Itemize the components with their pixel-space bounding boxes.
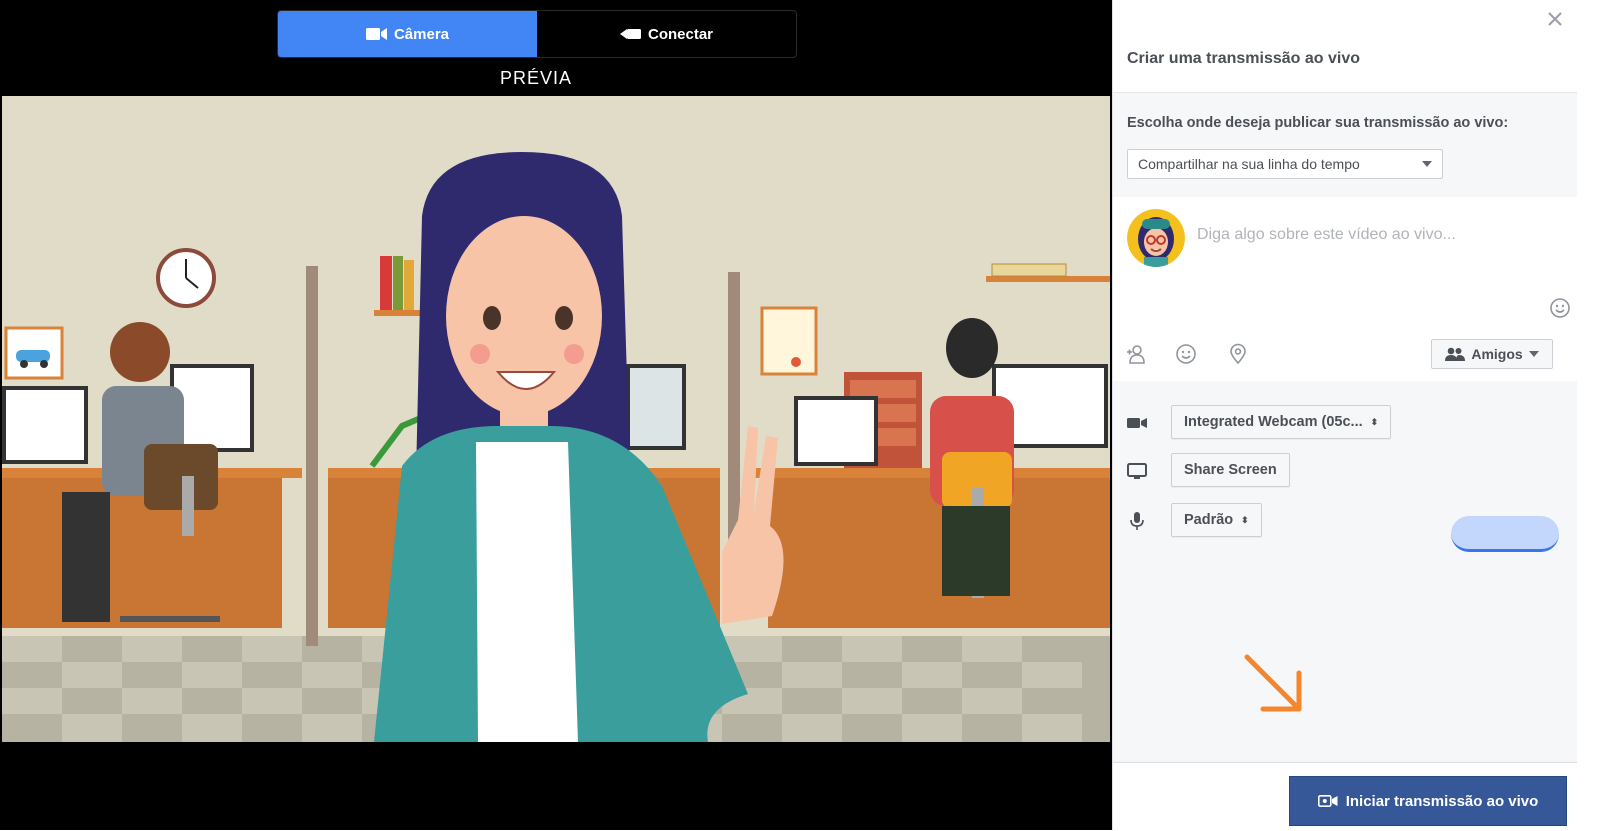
mode-tabs: Câmera Conectar (277, 10, 797, 58)
camera-select[interactable]: Integrated Webcam (05c... ⬍ (1171, 405, 1392, 439)
share-screen-button[interactable]: Share Screen (1171, 453, 1290, 487)
microphone-select-value: Padrão (1184, 512, 1234, 528)
camera-row: Integrated Webcam (05c... ⬍ (1113, 405, 1577, 441)
composer-panel: Criar uma transmissão ao vivo Escolha on… (1112, 0, 1577, 831)
emoji-icon[interactable] (1549, 297, 1571, 319)
preview-panel: Câmera Conectar PRÉVIA (0, 0, 1112, 830)
video-camera-icon (365, 28, 387, 40)
chevron-down-icon (1528, 351, 1539, 357)
tag-friends-icon[interactable] (1125, 343, 1147, 365)
connect-icon (619, 29, 641, 39)
page-title: Criar uma transmissão ao vivo (1127, 50, 1360, 67)
live-video-icon (1317, 794, 1338, 807)
location-pin-icon[interactable] (1227, 343, 1249, 365)
publish-destination-select[interactable]: Compartilhar na sua linha do tempo (1127, 149, 1443, 179)
share-screen-label: Share Screen (1184, 462, 1277, 478)
audience-section: Escolha onde deseja publicar sua transmi… (1113, 92, 1577, 199)
audio-level-meter (1451, 516, 1559, 552)
updown-arrow-icon: ⬍ (1241, 514, 1249, 525)
tab-camera[interactable]: Câmera (278, 11, 537, 57)
microphone-select[interactable]: Padrão ⬍ (1171, 503, 1262, 537)
close-button[interactable] (1545, 10, 1565, 30)
tab-connect-label: Conectar (647, 25, 714, 43)
tab-camera-label: Câmera (393, 25, 450, 43)
live-video-app: Câmera Conectar PRÉVIA Criar uma transmi… (0, 0, 1600, 831)
go-live-button[interactable]: Iniciar transmissão ao vivo (1289, 776, 1567, 826)
updown-arrow-icon: ⬍ (1370, 416, 1379, 427)
down-right-arrow-icon (1244, 654, 1302, 712)
privacy-label: Amigos (1471, 346, 1523, 362)
post-description-input[interactable] (1195, 219, 1559, 251)
post-section (1113, 197, 1577, 330)
composer-footer: Iniciar transmissão ao vivo (1113, 762, 1577, 831)
publish-question-label: Escolha onde deseja publicar sua transmi… (1127, 115, 1509, 131)
screen-row: Share Screen (1113, 453, 1577, 489)
friends-icon (1445, 347, 1466, 361)
video-camera-icon (1127, 418, 1147, 428)
publish-destination-value: Compartilhar na sua linha do tempo (1138, 156, 1360, 172)
go-live-label: Iniciar transmissão ao vivo (1345, 792, 1539, 810)
monitor-icon (1127, 463, 1147, 479)
camera-preview-video (2, 96, 1110, 742)
privacy-button[interactable]: Amigos (1431, 339, 1553, 369)
feeling-icon[interactable] (1175, 343, 1197, 365)
camera-select-value: Integrated Webcam (05c... (1184, 414, 1363, 430)
chevron-down-icon (1422, 161, 1432, 167)
tab-connect[interactable]: Conectar (537, 11, 796, 57)
avatar (1127, 209, 1185, 267)
composer-header: Criar uma transmissão ao vivo (1113, 0, 1577, 92)
microphone-icon (1130, 512, 1144, 530)
post-toolbar: Amigos (1113, 329, 1577, 382)
devices-section: Integrated Webcam (05c... ⬍ Share Screen (1113, 381, 1577, 762)
office-cartoon-scene (2, 96, 1110, 742)
close-icon (1548, 12, 1562, 26)
preview-label: PRÉVIA (499, 68, 573, 88)
